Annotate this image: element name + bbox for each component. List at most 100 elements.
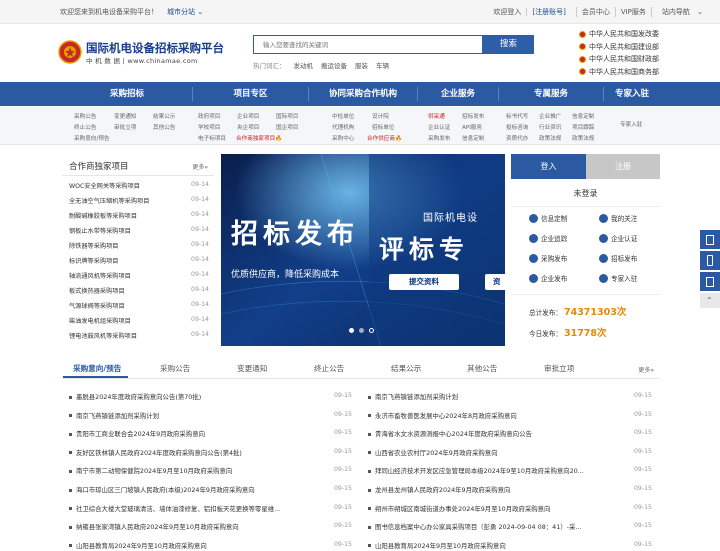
tab-other[interactable]: 其他公告 [467,363,497,374]
subnav-link[interactable]: 标书代写 [506,112,528,120]
subnav-link[interactable]: 信息定制 [572,112,594,120]
subnav-link[interactable]: 国企项目 [276,123,298,131]
nav-item-enterprise[interactable]: 企业服务 [418,82,498,106]
subnav-link[interactable]: 企业推广 [539,112,561,120]
list-item[interactable]: 钢板止水带等采购项目 09-14 [69,226,209,236]
list-item[interactable]: 气源球阀等采购项目 09-14 [69,301,209,311]
subnav-link[interactable]: 采购意向/预告 [74,134,109,142]
nav-item-expert[interactable]: 专家入驻 [604,82,660,106]
more-link[interactable]: 更多» [638,365,654,374]
subnav-link[interactable]: 代理机构 [332,123,354,131]
list-item[interactable]: 除铁器等采购项目 09-14 [69,241,209,251]
float-tool-button[interactable] [700,251,720,271]
my-follow-link[interactable]: 我的关注 [599,213,637,223]
subnav-link[interactable]: 行业资讯 [539,123,561,131]
notice-item[interactable]: 墨脱县2024年度政府采购意向公告(第70批) [69,392,201,402]
subnav-link[interactable]: API服务 [462,123,482,131]
register-link[interactable]: [注册账号] [526,8,571,16]
notice-item[interactable]: 社卫综合大楼大堂玻璃清洁、墙体油漆修复、铝扣板天花更换等零星维... [69,504,280,514]
subnav-link[interactable]: 其他公告 [153,123,175,131]
nav-item-projects[interactable]: 项目专区 [193,82,308,106]
tab-change[interactable]: 变更通知 [237,363,267,374]
notice-item[interactable]: 山阳县教育局2024年9月至10月政府采购意向 [368,541,506,551]
gov-link[interactable]: 中华人民共和国发改委 [579,28,679,41]
notice-item[interactable]: 图书信息档案中心办公家具采购项目（彭勇 2024-09-04 08：41）-采.… [368,522,581,532]
gov-link[interactable]: 中华人民共和国建设部 [579,41,679,54]
tab-approval[interactable]: 审批立项 [544,363,574,374]
search-input[interactable] [254,36,482,53]
gov-link[interactable]: 中华人民共和国财政部 [579,53,679,66]
notice-item[interactable]: 龙州县龙州镇人民政府2024年9月政府采购意向 [368,485,510,495]
subnav-link[interactable]: 变更通知 [114,112,136,120]
submit-materials-button[interactable]: 提交资料 [389,274,459,290]
list-item[interactable]: 锂电池鼓风机等采购项目 09-14 [69,331,209,341]
list-item[interactable]: 全无油空气压缩机等采购项目 09-14 [69,196,209,206]
subnav-link[interactable]: 政策法规 [539,134,561,142]
hot-word-link[interactable]: 车辆 [376,60,389,70]
list-item[interactable]: 柴油发电机组采购项目 09-14 [69,316,209,326]
subnav-link[interactable]: 审批立项 [114,123,136,131]
subnav-link[interactable]: 电子标项目 [198,134,226,142]
notice-item[interactable]: 南京飞燕镇链添加剂采购计划 [69,411,159,421]
gov-link[interactable]: 中华人民共和国商务部 [579,66,679,79]
subnav-link[interactable]: 项目跟踪 [572,123,594,131]
list-item[interactable]: 板式换热器采购项目 09-14 [69,286,209,296]
carousel-dot[interactable] [359,328,364,333]
list-item[interactable]: WOC安全网关等采购项目 09-14 [69,181,209,191]
hot-word-link[interactable]: 发动机 [294,60,314,70]
hot-word-link[interactable]: 服装 [355,60,368,70]
nav-item-procurement[interactable]: 采购招标 [62,82,192,106]
tab-result[interactable]: 结果公示 [391,363,421,374]
tab-register[interactable]: 注册 [586,154,660,179]
login-link[interactable]: 欢迎登入 [注册账号] [483,7,575,17]
subnav-link[interactable]: 采购中心 [332,134,354,142]
subnav-link[interactable]: 政府项目 [198,112,220,120]
tab-terminate[interactable]: 终止公告 [314,363,344,374]
subnav-link[interactable]: 资质代办 [506,134,528,142]
notice-item[interactable]: 海口市琼山区三门坡镇人民政府(本级)2024年9月政府采购意向 [69,485,255,495]
list-item[interactable]: 耐酸碱橡胶板等采购项目 09-14 [69,211,209,221]
subnav-link[interactable]: 采购发布 [428,134,450,142]
enterprise-track-link[interactable]: 企业追踪 [529,233,567,243]
carousel-dot[interactable] [369,328,374,333]
subnav-link[interactable]: 招标单位 [372,123,394,131]
banner-carousel[interactable]: 招标发布 优质供应商，降低采购成本 国际机电设 评标专 提交资料 资 [221,154,505,346]
subnav-link[interactable]: 国际项目 [276,112,298,120]
subnav-link[interactable]: 结果公示 [153,112,175,120]
nav-item-exclusive[interactable]: 专属服务 [499,82,603,106]
subnav-link[interactable]: 招标发布 [462,112,484,120]
list-item[interactable]: 标识牌等采购项目 09-14 [69,256,209,266]
notice-item[interactable]: 山西省农业农村厅2024年9月政府采购意向 [368,448,498,458]
vip-service-link[interactable]: VIP服务 [614,7,651,17]
subnav-link[interactable]: 信息定制 [462,134,484,142]
hot-word-link[interactable]: 搬运设备 [321,60,347,70]
float-tool-button[interactable] [700,230,720,250]
expert-join-link[interactable]: 专家入驻 [599,273,637,283]
notice-item[interactable]: 青海省水文水资源测报中心2024年度政府采购意向公告 [368,429,532,439]
subnav-link[interactable]: 专家入驻 [620,120,642,128]
subnav-link[interactable]: 中检单位 [332,112,354,120]
subnav-link[interactable]: 采购公告 [74,112,96,120]
subnav-link-exclusive[interactable]: 合作商独家项目🔥 [236,134,282,142]
info-custom-link[interactable]: 信息定制 [529,213,567,223]
enterprise-auth-link[interactable]: 企业认证 [599,233,637,243]
subnav-link[interactable]: 终止公告 [74,123,96,131]
site-nav-link[interactable]: 站内导航 ⌄ [650,7,708,17]
site-logo[interactable]: 国际机电设备招标采购平台 中 机 数 据 | www.chinamae.com [58,38,228,68]
banner-button-partial[interactable]: 资 [485,274,505,290]
subnav-link[interactable]: 企业认证 [428,123,450,131]
subnav-link[interactable]: 供采通 [428,112,445,120]
notice-item[interactable]: 南宁市第二动物保健院2024年9月至10月政府采购意向 [69,466,232,476]
purchase-publish-link[interactable]: 采购发布 [529,253,567,263]
search-field[interactable] [253,35,483,54]
more-link[interactable]: 更多» [192,162,208,171]
tab-purchase[interactable]: 采购公告 [160,363,190,374]
search-button[interactable]: 搜索 [483,35,534,54]
back-to-top-button[interactable]: ⌃ [700,293,720,309]
member-center-link[interactable]: 会员中心 [575,7,615,17]
nav-item-cooperation[interactable]: 协同采购合作机构 [309,82,417,106]
float-tool-button[interactable] [700,272,720,292]
subnav-link[interactable]: 央企项目 [237,123,259,131]
subnav-link[interactable]: 企业项目 [237,112,259,120]
notice-item[interactable]: 山阳县教育局2024年9月至10月政府采购意向 [69,541,207,551]
